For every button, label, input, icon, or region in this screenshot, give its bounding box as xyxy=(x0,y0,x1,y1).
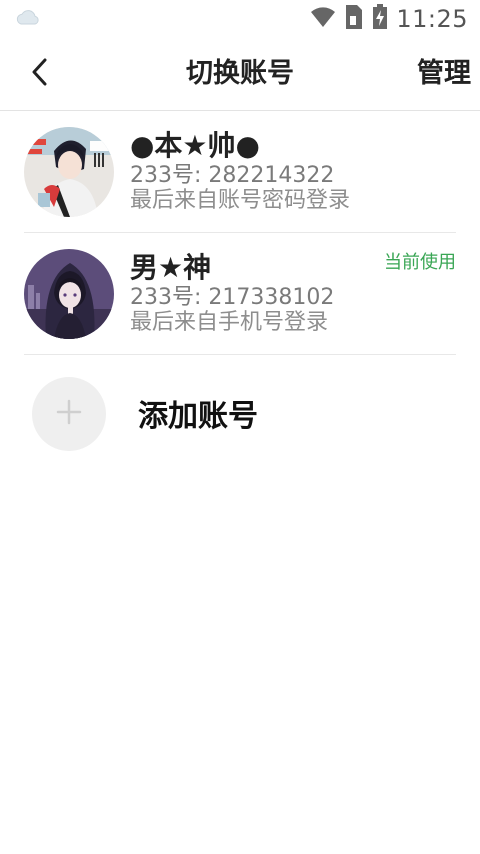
account-name: 男★神 xyxy=(130,251,212,284)
account-login-method: 最后来自手机号登录 xyxy=(130,310,329,335)
wifi-icon xyxy=(310,6,336,32)
plus-icon xyxy=(56,399,82,429)
account-name: ●本★帅● xyxy=(130,129,260,162)
sim-card-icon xyxy=(344,4,364,34)
status-icons: 11:25 xyxy=(310,2,468,36)
battery-charging-icon xyxy=(372,4,388,34)
avatar xyxy=(24,127,114,217)
weather-cloud-icon xyxy=(14,6,42,30)
account-item[interactable]: ●本★帅● 233号: 282214322 最后来自账号密码登录 xyxy=(24,111,456,233)
current-account-badge: 当前使用 xyxy=(384,252,456,273)
account-login-method: 最后来自账号密码登录 xyxy=(130,188,351,213)
status-time: 11:25 xyxy=(396,5,468,33)
add-account-label: 添加账号 xyxy=(138,399,258,434)
add-account-button[interactable]: 添加账号 xyxy=(32,377,452,451)
app-bar: 切换账号 管理 xyxy=(0,38,480,111)
account-id: 233号: 217338102 xyxy=(130,285,335,310)
account-list: ●本★帅● 233号: 282214322 最后来自账号密码登录 男★神 233… xyxy=(0,111,480,355)
add-account-circle[interactable] xyxy=(32,377,106,451)
manage-button[interactable]: 管理 xyxy=(417,56,471,92)
avatar xyxy=(24,249,114,339)
page-title: 切换账号 xyxy=(186,58,294,89)
account-item[interactable]: 男★神 233号: 217338102 最后来自手机号登录 当前使用 xyxy=(24,233,456,355)
status-bar: 11:25 xyxy=(0,0,480,38)
account-id: 233号: 282214322 xyxy=(130,163,335,188)
